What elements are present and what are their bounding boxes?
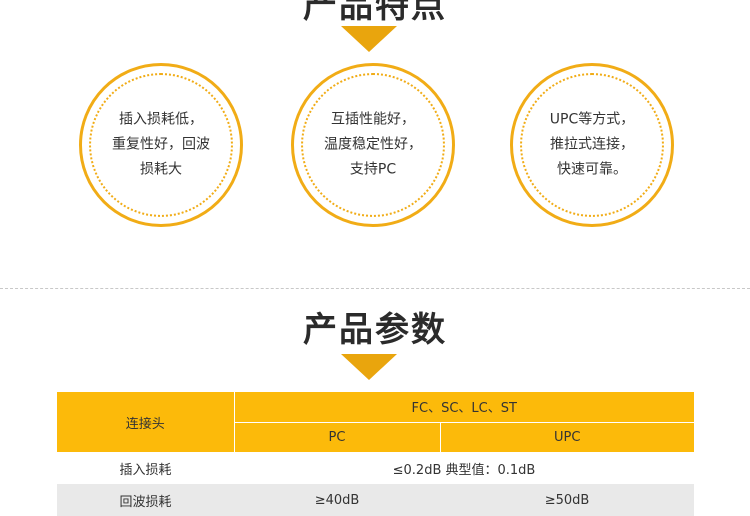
- feature-1-line-2: 重复性好，回波: [112, 136, 210, 153]
- table-row: 插入损耗 ≤0.2dB 典型值：0.1dB: [57, 452, 694, 484]
- feature-circle-3: UPC等方式， 推拉式连接， 快速可靠。: [510, 63, 674, 227]
- features-title-arrow-icon: [341, 26, 397, 52]
- feature-3-line-2: 推拉式连接，: [550, 136, 634, 153]
- feature-circle-2: 互插性能好， 温度稳定性好， 支持PC: [291, 63, 455, 227]
- feature-2-line-2: 温度稳定性好，: [324, 136, 422, 153]
- connector-header: 连接头: [57, 392, 235, 452]
- feature-text-2: 互插性能好， 温度稳定性好， 支持PC: [294, 108, 452, 183]
- return-loss-label: 回波损耗: [57, 484, 234, 516]
- return-loss-upc: ≥50dB: [440, 484, 694, 516]
- feature-1-line-1: 插入损耗低，: [119, 111, 203, 128]
- pc-header: PC: [234, 422, 441, 452]
- feature-text-3: UPC等方式， 推拉式连接， 快速可靠。: [513, 108, 671, 183]
- upc-header: UPC: [440, 422, 694, 452]
- insertion-loss-value: ≤0.2dB 典型值：0.1dB: [234, 452, 694, 484]
- params-table: 连接头 FC、SC、LC、ST PC UPC 插入损耗 ≤0.2dB 典型值：0…: [57, 392, 694, 516]
- feature-circle-1: 插入损耗低， 重复性好，回波 损耗大: [79, 63, 243, 227]
- feature-3-line-3: 快速可靠。: [557, 161, 627, 178]
- feature-2-line-1: 互插性能好，: [331, 111, 415, 128]
- feature-3-line-1: UPC等方式，: [549, 111, 635, 128]
- feature-text-1: 插入损耗低， 重复性好，回波 损耗大: [82, 108, 240, 183]
- insertion-loss-label: 插入损耗: [57, 452, 234, 484]
- return-loss-pc: ≥40dB: [234, 484, 440, 516]
- section-divider: [0, 288, 750, 289]
- features-title: 产品特点: [303, 0, 447, 26]
- feature-1-line-3: 损耗大: [140, 161, 182, 178]
- params-title: 产品参数: [303, 310, 447, 350]
- table-row: 回波损耗 ≥40dB ≥50dB: [57, 484, 694, 516]
- connector-types: FC、SC、LC、ST: [234, 392, 694, 423]
- feature-2-line-3: 支持PC: [349, 161, 397, 178]
- params-title-arrow-icon: [341, 354, 397, 380]
